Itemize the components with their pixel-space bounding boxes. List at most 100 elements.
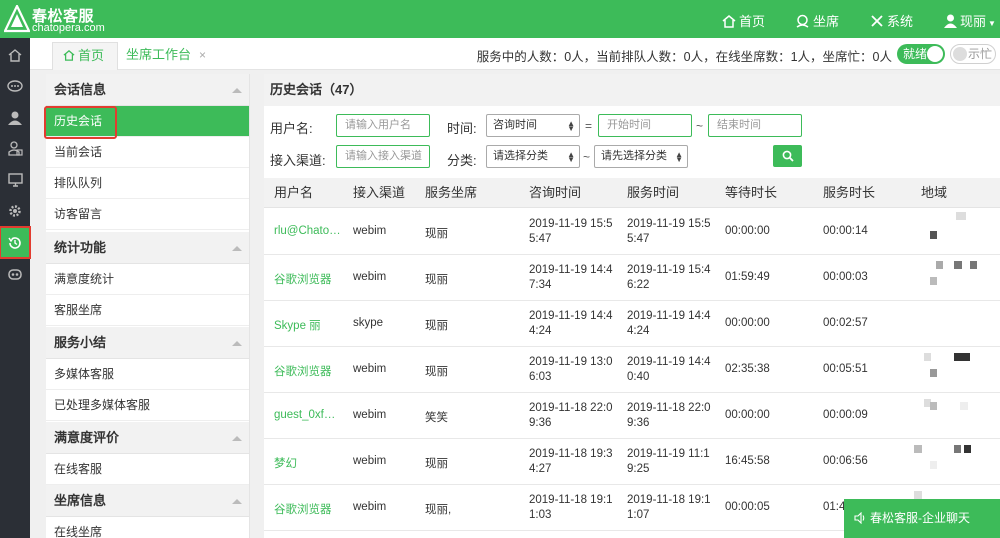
channel-input[interactable]: 请输入接入渠道 xyxy=(336,145,430,168)
cell-agent: 现丽, xyxy=(425,504,452,516)
menu-item-messages[interactable]: 访客留言 xyxy=(46,199,249,230)
table-row[interactable]: rlu@Chato… webim 现丽 2019-11-19 15:5 5:47 2019… xyxy=(264,209,1000,255)
sidebar-monitor[interactable] xyxy=(0,164,30,195)
table-row[interactable]: 谷歌浏览器 webim 现丽 2019-11-19 13:0 6:03 2019-11-1… xyxy=(264,347,1000,393)
cell-channel: webim xyxy=(353,409,387,421)
tab-home[interactable]: 首页 xyxy=(52,42,118,70)
menu-section-summary[interactable]: 服务小结 xyxy=(46,327,249,359)
username-input[interactable]: 请输入用户名 xyxy=(336,114,430,137)
cell-wait-duration: 16:45:58 xyxy=(725,455,770,467)
cell-username[interactable]: rlu@Chato… xyxy=(274,225,341,237)
menu-section-stats[interactable]: 统计功能 xyxy=(46,232,249,264)
cell-service-duration: 01:4 xyxy=(823,501,846,513)
cell-agent: 现丽 xyxy=(425,228,448,240)
menu-item-online-agents[interactable]: 在线坐席 xyxy=(46,517,249,538)
time-type-select[interactable]: 咨询时间 ▲ ▼ xyxy=(486,114,580,137)
cell-username[interactable]: guest_0xf… xyxy=(274,409,335,421)
chevron-updown-icon: ▲ ▼ xyxy=(567,119,575,133)
menu-item-current[interactable]: 当前会话 xyxy=(46,137,249,168)
cell-consult-time-line: 2019-11-19 15:5 xyxy=(529,218,613,230)
chat-widget-label: 春松客服-企业聊天 xyxy=(870,511,970,525)
tab-workbench[interactable]: 坐席工作台 × xyxy=(116,42,216,70)
tab-home-label: 首页 xyxy=(78,48,105,63)
menu-item-queue[interactable]: 排队队列 xyxy=(46,168,249,199)
category-select[interactable]: 请选择分类 ▲ ▼ xyxy=(486,145,580,168)
cell-username[interactable]: 梦幻 xyxy=(274,455,297,471)
collapse-icon xyxy=(232,246,242,251)
table-row[interactable]: 梦幻 webim 现丽 2019-11-18 19:3 4:27 2019-11-19 1… xyxy=(264,439,1000,485)
nav-home-label: 首页 xyxy=(739,14,766,29)
redacted-region-block xyxy=(936,261,943,269)
menu-section-agent-info[interactable]: 坐席信息 xyxy=(46,485,249,517)
menu-section-session[interactable]: 会话信息 xyxy=(46,74,249,106)
redacted-region-block xyxy=(960,402,968,410)
menu-item-online-service[interactable]: 在线客服 xyxy=(46,454,249,485)
cell-consult-time-line: 4:27 xyxy=(529,463,552,475)
busy-toggle[interactable]: 示忙 xyxy=(950,44,996,64)
nav-agent-label: 坐席 xyxy=(813,14,840,29)
sidebar-history[interactable] xyxy=(0,226,31,259)
cell-username[interactable]: 谷歌浏览器 xyxy=(274,501,332,517)
tab-bar: 首页 坐席工作台 × 服务中的人数：0人，当前排队人数：0人，在线坐席数：1人，坐… xyxy=(30,38,1000,70)
redacted-region-block xyxy=(924,353,931,361)
range-separator: ~ xyxy=(696,119,704,133)
column-header: 咨询时间 xyxy=(529,185,582,200)
close-icon[interactable]: × xyxy=(199,48,206,62)
column-header: 等待时长 xyxy=(725,185,778,200)
busy-label: 示忙 xyxy=(968,47,993,61)
sidebar-contacts[interactable] xyxy=(0,102,30,133)
cell-service-time-line: 1:07 xyxy=(627,509,650,521)
ready-toggle[interactable]: 就绪 xyxy=(897,44,945,64)
cell-consult-time-line: 1:03 xyxy=(529,509,552,521)
category-label: 分类: xyxy=(447,153,477,168)
cell-agent: 笑笑 xyxy=(425,412,448,424)
sidebar-home[interactable] xyxy=(0,40,30,71)
nav-agent[interactable]: 坐席 xyxy=(795,11,839,30)
menu-item-multimedia[interactable]: 多媒体客服 xyxy=(46,359,249,390)
menu-item-satisfaction-stats[interactable]: 满意度统计 xyxy=(46,264,249,295)
redacted-region-block xyxy=(964,445,971,453)
menu-section-evaluation[interactable]: 满意度评价 xyxy=(46,422,249,454)
end-time-input[interactable]: 结束时间 xyxy=(708,114,802,137)
column-header: 服务坐席 xyxy=(425,185,478,200)
cell-agent: 现丽 xyxy=(425,366,448,378)
user-menu[interactable]: 现丽 ▼ xyxy=(944,11,996,30)
redacted-region-block xyxy=(930,369,937,377)
home-icon xyxy=(722,15,736,28)
cell-wait-duration: 00:00:00 xyxy=(725,317,770,329)
cell-username[interactable]: 谷歌浏览器 xyxy=(274,271,332,287)
search-button[interactable] xyxy=(773,145,802,167)
table-row[interactable]: guest_0xf… webim 笑笑 2019-11-18 22:0 9:36 2019… xyxy=(264,393,1000,439)
sidebar-settings[interactable] xyxy=(0,195,30,226)
redacted-region-block xyxy=(954,445,961,453)
table-row[interactable]: 谷歌浏览器 webim 现丽 2019-11-19 14:4 7:34 2019-11-1… xyxy=(264,255,1000,301)
collapse-icon xyxy=(232,436,242,441)
cell-username[interactable]: 谷歌浏览器 xyxy=(274,363,332,379)
cell-service-duration: 00:00:14 xyxy=(823,225,868,237)
cell-service-time-line: 2019-11-18 22:0 xyxy=(627,402,711,414)
cell-consult-time-line: 6:03 xyxy=(529,371,552,383)
collapse-icon xyxy=(232,88,242,93)
cell-service-time-line: 2019-11-18 19:1 xyxy=(627,494,711,506)
cell-consult-time-line: 7:34 xyxy=(529,279,552,291)
cell-username[interactable]: Skype 丽 xyxy=(274,317,321,333)
sidebar-customers[interactable] xyxy=(0,133,30,164)
menu-item-processed-multimedia[interactable]: 已处理多媒体客服 xyxy=(46,390,249,421)
cell-service-time-line: 4:24 xyxy=(627,325,650,337)
nav-system[interactable]: 系统 xyxy=(870,11,913,30)
redacted-region-block xyxy=(956,212,966,220)
chat-widget-button[interactable]: 春松客服-企业聊天 xyxy=(844,499,1000,538)
sidebar-chat[interactable] xyxy=(0,71,30,102)
history-panel: 历史会话（47） 用户名: 请输入用户名 时间: 咨询时间 ▲ ▼ = 开始时间 ~… xyxy=(264,74,1000,538)
agent-status-summary: 服务中的人数：0人，当前排队人数：0人，在线坐席数：1人，坐席忙：0人 xyxy=(476,50,892,64)
start-time-input[interactable]: 开始时间 xyxy=(598,114,692,137)
column-header: 服务时间 xyxy=(627,185,680,200)
menu-item-history[interactable]: 历史会话 xyxy=(46,106,249,137)
sidebar-robot[interactable] xyxy=(0,258,30,289)
nav-home[interactable]: 首页 xyxy=(722,11,765,30)
cell-service-duration: 00:00:03 xyxy=(823,271,868,283)
menu-item-agents[interactable]: 客服坐席 xyxy=(46,295,249,326)
user-group-icon xyxy=(7,141,23,156)
subcategory-select[interactable]: 请先选择分类 ▲ ▼ xyxy=(594,145,688,168)
table-row[interactable]: Skype 丽 skype 现丽 2019-11-19 14:4 4:24 2019-11… xyxy=(264,301,1000,347)
